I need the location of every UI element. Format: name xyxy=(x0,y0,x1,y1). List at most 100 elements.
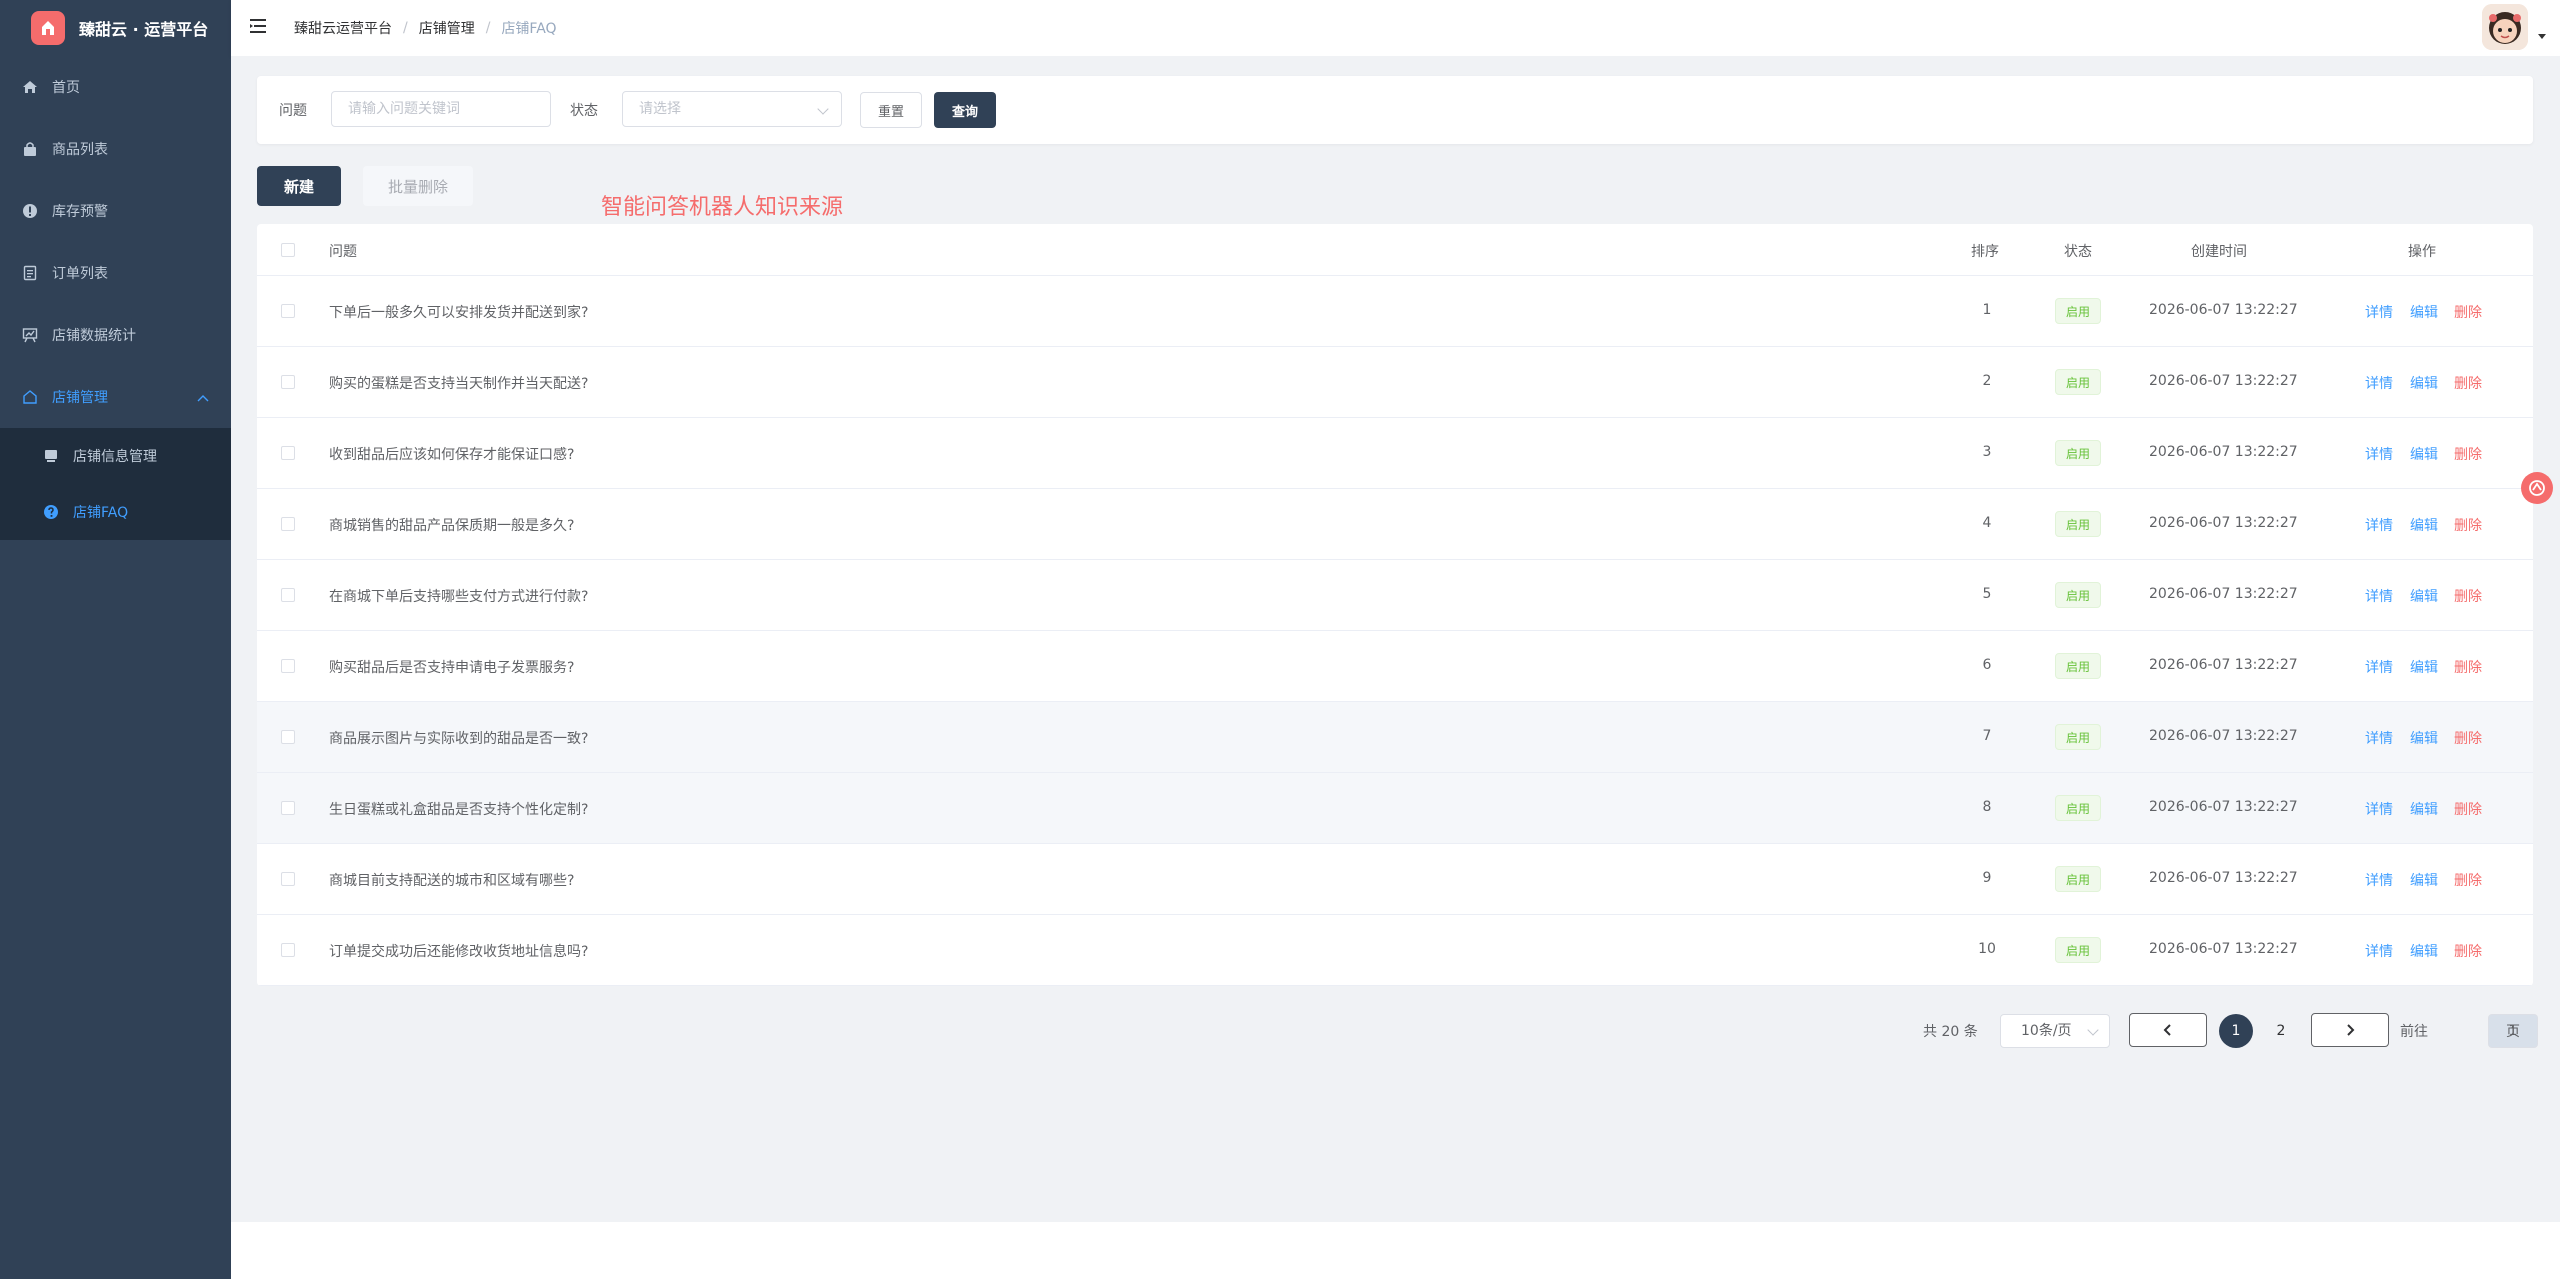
detail-link[interactable]: 详情 xyxy=(2365,444,2393,464)
created-time-cell: 2026-06-07 13:22:27 xyxy=(2149,586,2298,602)
table-row: 购买甜品后是否支持申请电子发票服务? 6 启用 2026-06-07 13:22:27… xyxy=(257,631,2533,702)
status-select[interactable]: 请选择 xyxy=(622,91,842,127)
edit-link[interactable]: 编辑 xyxy=(2410,941,2438,961)
table-row: 商品展示图片与实际收到的甜品是否一致? 7 启用 2026-06-07 13:22:2… xyxy=(257,702,2533,773)
row-checkbox[interactable] xyxy=(281,517,295,531)
edit-link[interactable]: 编辑 xyxy=(2410,870,2438,890)
row-checkbox[interactable] xyxy=(281,872,295,886)
delete-link[interactable]: 删除 xyxy=(2454,941,2482,961)
edit-link[interactable]: 编辑 xyxy=(2410,515,2438,535)
table-row: 订单提交成功后还能修改收货地址信息吗? 10 启用 2026-06-07 13:22:… xyxy=(257,915,2533,986)
status-badge: 启用 xyxy=(2055,653,2101,679)
question-cell: 商城销售的甜品产品保质期一般是多久? xyxy=(329,518,575,534)
edit-link[interactable]: 编辑 xyxy=(2410,799,2438,819)
select-all-checkbox[interactable] xyxy=(281,243,295,257)
detail-link[interactable]: 详情 xyxy=(2365,515,2393,535)
row-checkbox[interactable] xyxy=(281,304,295,318)
edit-link[interactable]: 编辑 xyxy=(2410,657,2438,677)
sidebar-subitem-1[interactable]: 店铺FAQ xyxy=(0,484,231,540)
delete-link[interactable]: 删除 xyxy=(2454,444,2482,464)
sidebar-item-5[interactable]: 店铺管理 xyxy=(0,366,231,428)
annotation-text: 智能问答机器人知识来源 xyxy=(601,195,844,220)
delete-link[interactable]: 删除 xyxy=(2454,373,2482,393)
edit-link[interactable]: 编辑 xyxy=(2410,728,2438,748)
row-checkbox[interactable] xyxy=(281,943,295,957)
status-badge: 启用 xyxy=(2055,937,2101,963)
question-cell: 收到甜品后应该如何保存才能保证口感? xyxy=(329,447,575,463)
created-time-cell: 2026-06-07 13:22:27 xyxy=(2149,870,2298,886)
delete-link[interactable]: 删除 xyxy=(2454,515,2482,535)
next-page-button[interactable] xyxy=(2311,1013,2389,1047)
detail-link[interactable]: 详情 xyxy=(2365,870,2393,890)
status-label: 状态 xyxy=(570,103,598,119)
edit-link[interactable]: 编辑 xyxy=(2410,444,2438,464)
row-checkbox[interactable] xyxy=(281,801,295,815)
caret-down-icon[interactable] xyxy=(2538,34,2546,39)
new-button[interactable]: 新建 xyxy=(257,166,341,206)
delete-link[interactable]: 删除 xyxy=(2454,302,2482,322)
status-badge: 启用 xyxy=(2055,440,2101,466)
shop-icon xyxy=(22,389,38,405)
order-cell: 8 xyxy=(1982,799,1992,815)
edit-link[interactable]: 编辑 xyxy=(2410,373,2438,393)
delete-link[interactable]: 删除 xyxy=(2454,799,2482,819)
prev-page-button[interactable] xyxy=(2129,1013,2207,1047)
avatar[interactable] xyxy=(2482,4,2528,50)
query-button[interactable]: 查询 xyxy=(934,92,996,128)
edit-link[interactable]: 编辑 xyxy=(2410,302,2438,322)
table-row: 下单后一般多久可以安排发货并配送到家? 1 启用 2026-06-07 13:22:2… xyxy=(257,276,2533,347)
column-header-question: 问题 xyxy=(329,244,357,260)
delete-link[interactable]: 删除 xyxy=(2454,586,2482,606)
table-row: 生日蛋糕或礼盒甜品是否支持个性化定制? 8 启用 2026-06-07 13:22:2… xyxy=(257,773,2533,844)
question-icon xyxy=(43,504,59,520)
sidebar-item-1[interactable]: 商品列表 xyxy=(0,118,231,180)
detail-link[interactable]: 详情 xyxy=(2365,586,2393,606)
breadcrumb-item-shop-management[interactable]: 店铺管理 xyxy=(419,18,475,38)
row-checkbox[interactable] xyxy=(281,375,295,389)
sidebar-item-2[interactable]: 库存预警 xyxy=(0,180,231,242)
question-cell: 订单提交成功后还能修改收货地址信息吗? xyxy=(329,944,589,960)
sidebar-item-4[interactable]: 店铺数据统计 xyxy=(0,304,231,366)
created-time-cell: 2026-06-07 13:22:27 xyxy=(2149,373,2298,389)
created-time-cell: 2026-06-07 13:22:27 xyxy=(2149,941,2298,957)
delete-link[interactable]: 删除 xyxy=(2454,657,2482,677)
sidebar-item-label: 店铺数据统计 xyxy=(52,328,136,344)
breadcrumb-item-current: 店铺FAQ xyxy=(501,21,557,37)
detail-link[interactable]: 详情 xyxy=(2365,373,2393,393)
delete-link[interactable]: 删除 xyxy=(2454,870,2482,890)
detail-link[interactable]: 详情 xyxy=(2365,657,2393,677)
row-checkbox[interactable] xyxy=(281,588,295,602)
sidebar-item-3[interactable]: 订单列表 xyxy=(0,242,231,304)
chevron-up-icon xyxy=(197,390,209,406)
detail-link[interactable]: 详情 xyxy=(2365,941,2393,961)
row-checkbox[interactable] xyxy=(281,446,295,460)
assistant-icon[interactable] xyxy=(2521,472,2553,504)
detail-link[interactable]: 详情 xyxy=(2365,302,2393,322)
hamburger-icon[interactable] xyxy=(249,16,269,36)
created-time-cell: 2026-06-07 13:22:27 xyxy=(2149,515,2298,531)
chart-board-icon xyxy=(22,327,38,343)
page-size-select[interactable]: 10条/页 xyxy=(2000,1014,2110,1048)
reset-button[interactable]: 重置 xyxy=(860,92,922,128)
brand: 臻甜云 · 运营平台 xyxy=(0,0,231,56)
sidebar-subitem-0[interactable]: 店铺信息管理 xyxy=(0,428,231,484)
page-number-1[interactable]: 1 xyxy=(2219,1014,2253,1048)
row-checkbox[interactable] xyxy=(281,659,295,673)
page-number-2[interactable]: 2 xyxy=(2264,1014,2298,1048)
sidebar-item-0[interactable]: 首页 xyxy=(0,56,231,118)
question-cell: 生日蛋糕或礼盒甜品是否支持个性化定制? xyxy=(329,802,589,818)
row-checkbox[interactable] xyxy=(281,730,295,744)
detail-link[interactable]: 详情 xyxy=(2365,728,2393,748)
sidebar-subitem-label: 店铺信息管理 xyxy=(73,449,157,465)
delete-link[interactable]: 删除 xyxy=(2454,728,2482,748)
question-search-input[interactable]: 请输入问题关键词 xyxy=(331,91,551,127)
order-cell: 9 xyxy=(1982,870,1992,886)
order-cell: 3 xyxy=(1982,444,1992,460)
status-badge: 启用 xyxy=(2055,724,2101,750)
sidebar-submenu: 店铺信息管理店铺FAQ xyxy=(0,428,231,540)
status-badge: 启用 xyxy=(2055,369,2101,395)
edit-link[interactable]: 编辑 xyxy=(2410,586,2438,606)
detail-link[interactable]: 详情 xyxy=(2365,799,2393,819)
breadcrumb-item-home[interactable]: 臻甜云运营平台 xyxy=(294,18,392,38)
status-select-placeholder: 请选择 xyxy=(639,101,681,117)
